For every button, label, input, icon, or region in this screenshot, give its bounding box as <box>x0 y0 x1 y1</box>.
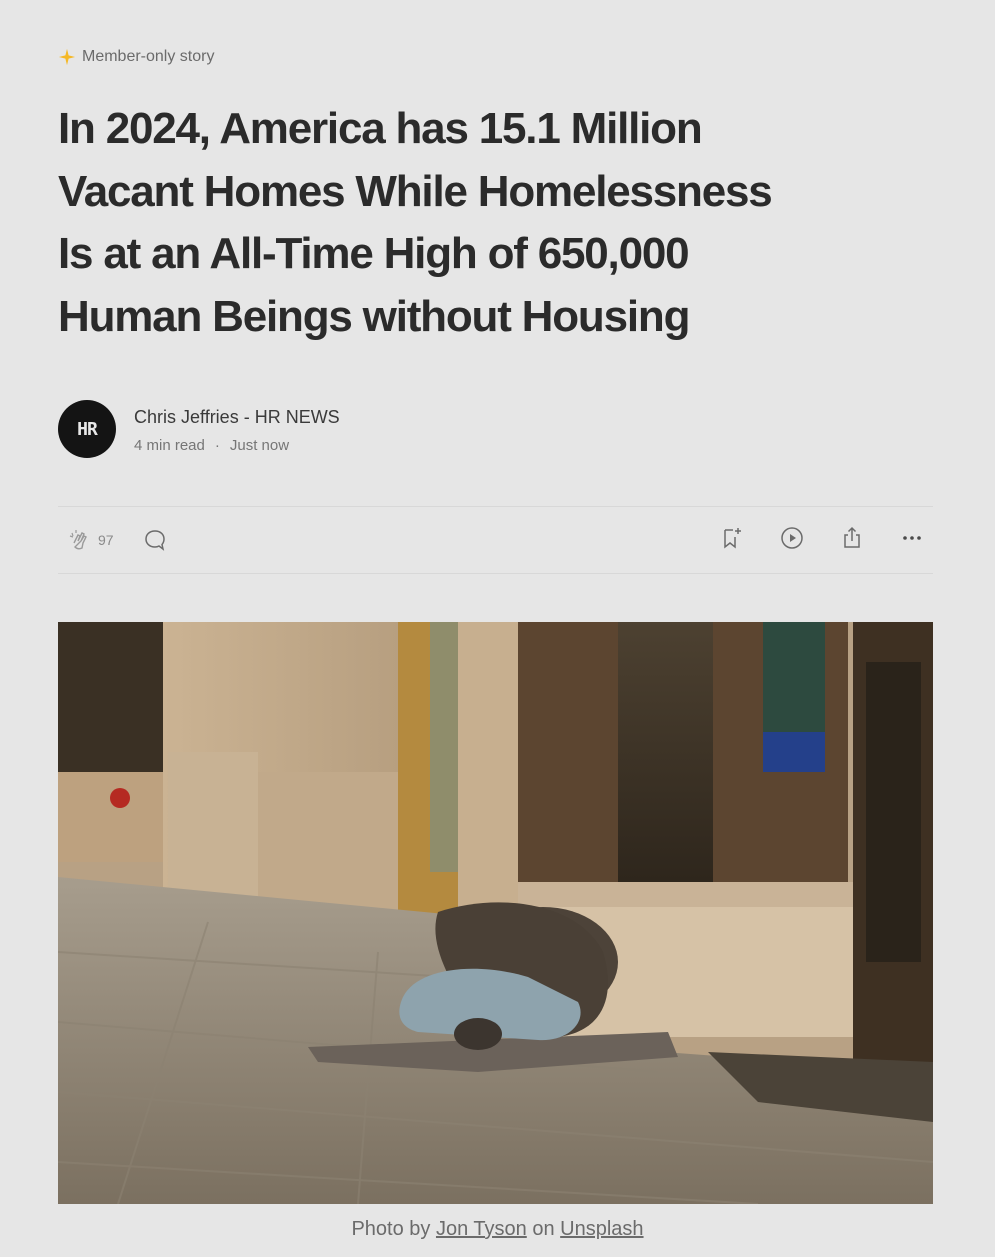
photographer-link[interactable]: Jon Tyson <box>436 1218 527 1240</box>
more-button[interactable] <box>899 525 925 551</box>
author-name[interactable]: Chris Jeffries - HR NEWS <box>134 407 340 428</box>
meta-separator: · <box>214 437 220 454</box>
author-meta: Chris Jeffries - HR NEWS 4 min read · Ju… <box>134 400 340 454</box>
title-line: In 2024, America has 15.1 Million <box>58 104 703 153</box>
comment-icon <box>144 530 165 551</box>
article-title: In 2024, America has 15.1 Million Vacant… <box>58 98 958 348</box>
photo-caption: Photo by Jon Tyson on Unsplash <box>0 1218 995 1241</box>
clap-button[interactable]: 97 <box>68 527 114 553</box>
author-block: HR Chris Jeffries - HR NEWS 4 min read ·… <box>58 400 340 458</box>
author-avatar[interactable]: HR <box>58 400 116 458</box>
star-icon <box>58 48 76 66</box>
clap-icon <box>69 530 87 550</box>
share-icon <box>844 526 860 548</box>
play-icon <box>781 527 803 549</box>
clap-count: 97 <box>98 532 114 548</box>
caption-prefix: Photo by <box>351 1218 431 1240</box>
more-icon <box>903 536 921 540</box>
comment-button[interactable] <box>142 527 168 553</box>
title-line: Is at an All-Time High of 650,000 <box>58 229 690 278</box>
author-subline: 4 min read · Just now <box>134 437 340 454</box>
bookmark-button[interactable] <box>719 525 745 551</box>
share-button[interactable] <box>839 525 865 551</box>
listen-button[interactable] <box>779 525 805 551</box>
title-line: Human Beings without Housing <box>58 291 690 341</box>
hero-photo <box>58 622 933 1204</box>
avatar-text: HR <box>77 418 98 440</box>
title-line: Vacant Homes While Homelessness <box>58 166 773 216</box>
read-time: 4 min read <box>134 437 205 454</box>
member-only-badge: Member-only story <box>58 48 214 66</box>
source-link[interactable]: Unsplash <box>560 1218 643 1240</box>
publish-time: Just now <box>229 437 290 454</box>
article-action-bar: 97 <box>58 506 933 574</box>
member-only-label: Member-only story <box>82 48 215 65</box>
caption-on: on <box>532 1218 555 1240</box>
hero-image <box>58 622 933 1204</box>
bookmark-add-icon <box>724 528 741 549</box>
